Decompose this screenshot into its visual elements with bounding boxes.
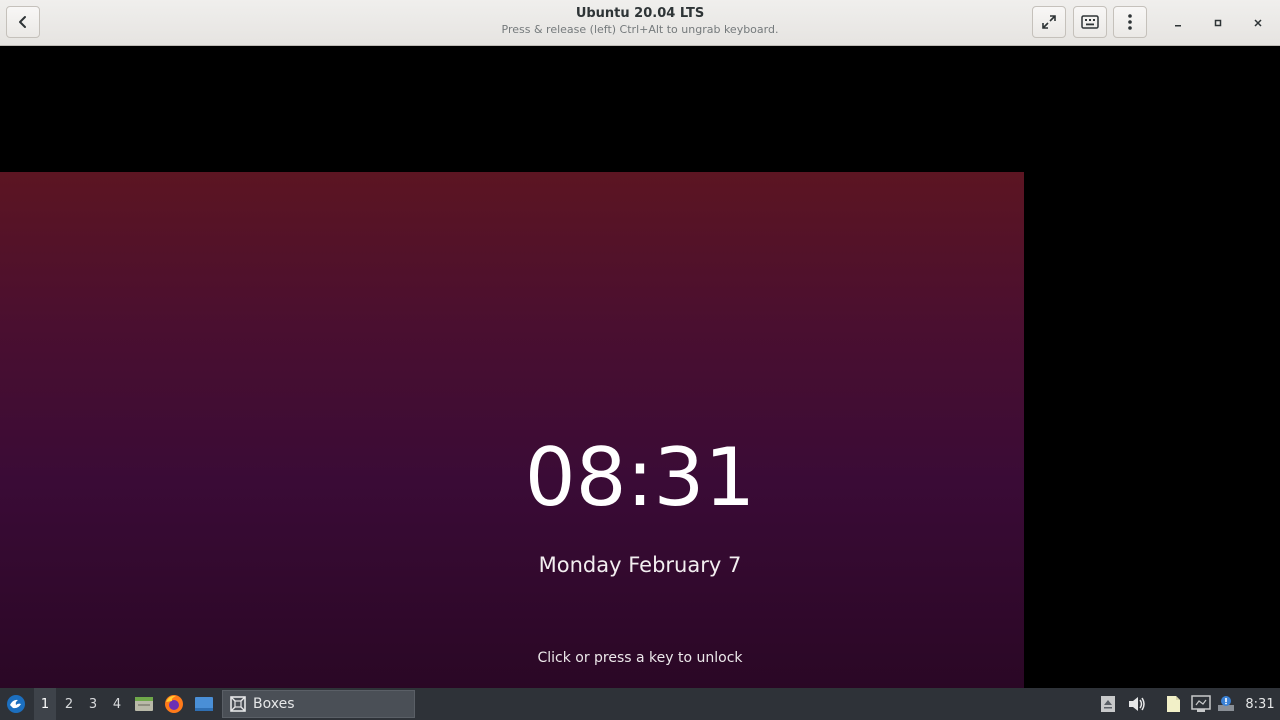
close-button[interactable] <box>1247 12 1269 34</box>
maximize-button[interactable] <box>1207 12 1229 34</box>
menu-button[interactable] <box>1113 6 1147 38</box>
close-icon <box>1254 19 1262 27</box>
eject-icon <box>1101 696 1115 712</box>
lockscreen-date: Monday February 7 <box>538 553 742 577</box>
lubuntu-logo-icon <box>7 695 25 713</box>
tray-updates[interactable] <box>1215 688 1237 720</box>
firefox-icon <box>165 695 183 713</box>
minimize-button[interactable] <box>1167 12 1189 34</box>
lockscreen-clock: 08:31 <box>524 431 756 524</box>
fullscreen-icon <box>1042 15 1056 29</box>
vertical-dots-icon <box>1128 14 1132 30</box>
window-subtitle: Press & release (left) Ctrl+Alt to ungra… <box>501 23 779 36</box>
workspace-1[interactable]: 1 <box>34 688 56 720</box>
firefox-launcher[interactable] <box>163 688 185 720</box>
keyboard-icon <box>1081 15 1099 29</box>
folder-icon <box>135 697 153 711</box>
minimize-icon <box>1175 25 1181 27</box>
taskbar: 1 2 3 4 Boxes 8:31 <box>0 688 1280 720</box>
maximize-icon <box>1214 19 1222 27</box>
update-notifier-icon <box>1218 696 1234 711</box>
lockscreen-clock-wrap: 08:31 <box>312 430 968 526</box>
start-menu-button[interactable] <box>4 688 28 720</box>
network-icon <box>1191 695 1211 712</box>
unlock-hint: Click or press a key to unlock <box>537 650 743 666</box>
keyboard-button[interactable] <box>1073 6 1107 38</box>
title-block: Ubuntu 20.04 LTS Press & release (left) … <box>340 6 940 37</box>
boxes-icon <box>230 696 246 712</box>
tray-eject[interactable] <box>1098 688 1118 720</box>
show-desktop-button[interactable] <box>192 688 216 720</box>
back-button[interactable] <box>6 6 40 38</box>
fullscreen-button[interactable] <box>1032 6 1066 38</box>
volume-icon <box>1129 697 1145 711</box>
workspace-3[interactable]: 3 <box>82 688 104 720</box>
workspace-4[interactable]: 4 <box>106 688 128 720</box>
window-title: Ubuntu 20.04 LTS <box>575 6 705 21</box>
tray-clipboard[interactable] <box>1162 688 1184 720</box>
workspace-2[interactable]: 2 <box>58 688 80 720</box>
chevron-left-icon <box>19 16 26 28</box>
task-boxes-label: Boxes <box>253 696 295 712</box>
desktop-icon <box>195 697 213 711</box>
tray-clock[interactable]: 8:31 <box>1242 688 1278 720</box>
task-boxes[interactable]: Boxes <box>222 690 415 718</box>
file-manager-launcher[interactable] <box>133 688 155 720</box>
tray-network[interactable] <box>1189 688 1213 720</box>
clipboard-icon <box>1167 696 1180 712</box>
window-titlebar: Ubuntu 20.04 LTS Press & release (left) … <box>0 0 1280 46</box>
tray-volume[interactable] <box>1126 688 1148 720</box>
